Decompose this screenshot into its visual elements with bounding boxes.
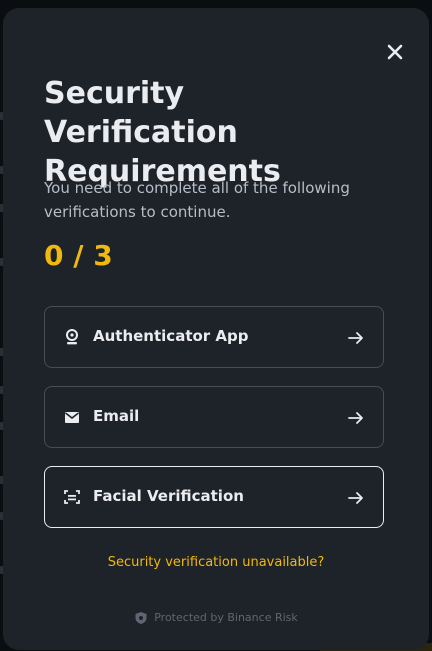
face-id-icon — [64, 490, 80, 504]
option-label: Facial Verification — [93, 487, 244, 505]
security-verification-modal: Security Verification Requirements You n… — [3, 8, 429, 650]
email-icon — [65, 412, 79, 423]
modal-description: You need to complete all of the followin… — [44, 179, 350, 221]
option-facial-verification[interactable]: Facial Verification — [44, 466, 384, 528]
close-icon[interactable] — [386, 43, 404, 61]
option-email[interactable]: Email — [44, 386, 384, 448]
option-label: Email — [93, 407, 140, 425]
modal-title: Security Verification Requirements — [44, 76, 281, 189]
arrow-right-icon — [348, 412, 363, 424]
authenticator-icon — [66, 329, 78, 345]
shield-icon — [135, 612, 147, 624]
footer: Protected by Binance Risk — [3, 610, 429, 626]
footer-text: Protected by Binance Risk — [154, 611, 298, 624]
option-authenticator-app[interactable]: Authenticator App — [44, 306, 384, 368]
verification-progress: 0 / 3 — [44, 239, 113, 272]
arrow-right-icon — [348, 492, 363, 504]
option-label: Authenticator App — [93, 327, 249, 345]
close-button[interactable] — [381, 38, 409, 66]
verification-unavailable-link[interactable]: Security verification unavailable? — [3, 554, 429, 572]
arrow-right-icon — [348, 332, 363, 344]
